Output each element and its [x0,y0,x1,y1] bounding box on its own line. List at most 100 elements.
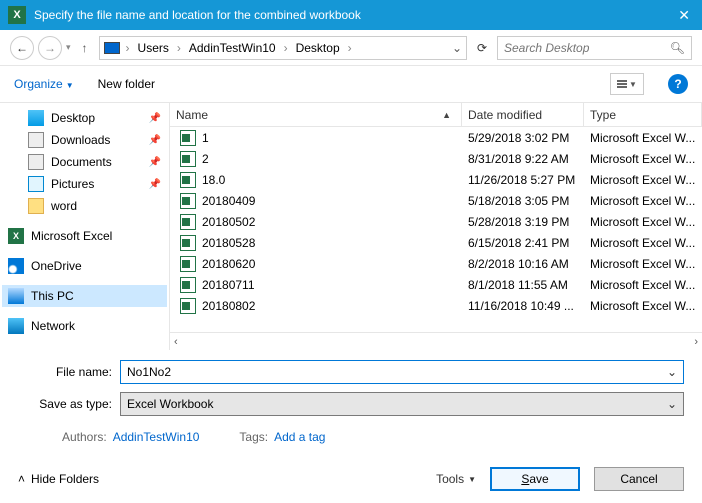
down-icon [28,132,44,148]
chevron-down-icon[interactable]: ⌄ [667,365,677,379]
excel-file-icon [180,256,196,272]
sidebar-item-documents[interactable]: Documents📌 [2,151,167,173]
save-button[interactable]: Save [490,467,580,491]
file-row[interactable]: 201807118/1/2018 11:55 AMMicrosoft Excel… [170,274,702,295]
pin-icon: 📌 [149,135,161,146]
sidebar-item-label: Desktop [51,111,142,125]
hide-folders-button[interactable]: ˄Hide Folders [18,472,99,486]
excel-icon: X [8,228,24,244]
search-input[interactable] [504,41,664,55]
form-area: File name: ⌄ Save as type: Excel Workboo… [0,350,702,450]
address-bar[interactable]: › Users › AddinTestWin10 › Desktop › ⌄ [99,36,467,60]
view-options-button[interactable]: ▼ [610,73,644,95]
tags-value[interactable]: Add a tag [274,430,325,444]
forward-button[interactable]: → [38,36,62,60]
new-folder-button[interactable]: New folder [98,77,155,91]
saveas-value: Excel Workbook [127,397,667,411]
file-type: Microsoft Excel W... [584,257,702,271]
chevron-right-icon: › [173,41,185,55]
file-row[interactable]: 18.011/26/2018 5:27 PMMicrosoft Excel W.… [170,169,702,190]
pic-icon [28,176,44,192]
column-headers: Name ▲ Date modified Type [170,103,702,127]
sidebar-item-onedrive[interactable]: OneDrive [2,255,167,277]
sidebar-item-microsoft-excel[interactable]: XMicrosoft Excel [2,225,167,247]
sidebar-item-downloads[interactable]: Downloads 📌 [2,129,167,151]
excel-file-icon [180,298,196,314]
excel-file-icon [180,277,196,293]
file-type: Microsoft Excel W... [584,131,702,145]
sidebar-item-label: word [51,199,161,213]
sidebar-item-this-pc[interactable]: This PC [2,285,167,307]
sidebar-item-label: Downloads [51,133,142,147]
pin-icon: 📌 [149,179,161,190]
close-icon[interactable]: ✕ [674,7,694,24]
file-name: 20180409 [202,194,255,208]
sidebar-item-label: This PC [31,289,161,303]
file-row[interactable]: 20180802 11/16/2018 10:49 ...Microsoft Ex… [170,295,702,316]
authors-value[interactable]: AddinTestWin10 [113,430,200,444]
column-type[interactable]: Type [584,103,702,126]
breadcrumb[interactable]: AddinTestWin10 [187,41,278,55]
file-name: 18.0 [202,173,225,187]
help-button[interactable]: ? [668,74,688,94]
excel-file-icon [180,235,196,251]
file-date: 6/15/2018 2:41 PM [462,236,584,250]
horizontal-scrollbar[interactable]: ‹› [170,332,702,350]
tools-menu[interactable]: Tools▼ [436,472,476,486]
file-row[interactable]: 201806208/2/2018 10:16 AMMicrosoft Excel… [170,253,702,274]
up-button[interactable]: ↑ [75,38,95,58]
pc-icon [104,42,120,54]
excel-file-icon [180,193,196,209]
back-button[interactable]: ← [10,36,34,60]
saveas-field[interactable]: Excel Workbook ⌄ [120,392,684,416]
sidebar-item-label: Pictures [51,177,142,191]
file-name: 1 [202,131,209,145]
net-icon [8,318,24,334]
sidebar-item-network[interactable]: Network [2,315,167,337]
recent-dropdown[interactable]: ▾ [66,42,71,53]
title-bar: X Specify the file name and location for… [0,0,702,30]
chevron-down-icon[interactable]: ⌄ [667,397,677,411]
sidebar: Desktop📌Downloads📌Documents📌Pictures📌wor… [0,103,170,350]
file-list: Name ▲ Date modified Type 15/29/2018 3:0… [170,103,702,350]
file-name: 20180802 [202,299,255,313]
tags-label: Tags: [239,430,268,444]
search-icon[interactable]: 🔍︎ [670,41,685,55]
file-row[interactable]: 15/29/2018 3:02 PMMicrosoft Excel W... [170,127,702,148]
file-row[interactable]: 201804095/18/2018 3:05 PMMicrosoft Excel… [170,190,702,211]
sidebar-item-word[interactable]: word [2,195,167,217]
file-row[interactable]: 201805025/28/2018 3:19 PMMicrosoft Excel… [170,211,702,232]
refresh-button[interactable]: ⟳ [471,37,493,59]
list-icon [617,80,627,88]
cancel-button[interactable]: Cancel [594,467,684,491]
organize-menu[interactable]: Organize▼ [14,77,74,91]
sidebar-item-label: OneDrive [31,259,161,273]
file-date: 11/16/2018 10:49 ... [462,299,584,313]
file-type: Microsoft Excel W... [584,299,702,313]
window-title: Specify the file name and location for t… [34,8,674,22]
file-name: 2 [202,152,209,166]
file-name: 20180528 [202,236,255,250]
search-box[interactable]: 🔍︎ [497,36,692,60]
filename-label: File name: [18,365,120,379]
file-row[interactable]: 201805286/15/2018 2:41 PMMicrosoft Excel… [170,232,702,253]
file-type: Microsoft Excel W... [584,152,702,166]
sidebar-item-pictures[interactable]: Pictures 📌 [2,173,167,195]
file-date: 11/26/2018 5:27 PM [462,173,584,187]
column-name[interactable]: Name ▲ [170,103,462,126]
filename-input[interactable] [127,365,667,379]
chevron-right-icon: › [122,41,134,55]
filename-field[interactable]: ⌄ [120,360,684,384]
breadcrumb[interactable]: Users [136,41,171,55]
column-date[interactable]: Date modified [462,103,584,126]
doc-icon [28,154,44,170]
pin-icon: 📌 [149,157,161,168]
sidebar-item-desktop[interactable]: Desktop📌 [2,107,167,129]
address-dropdown[interactable]: ⌄ [448,41,462,55]
file-date: 5/28/2018 3:19 PM [462,215,584,229]
breadcrumb[interactable]: Desktop [294,41,342,55]
file-name: 20180711 [202,278,255,292]
chevron-up-icon: ˄ [18,472,25,486]
file-row[interactable]: 28/31/2018 9:22 AMMicrosoft Excel W... [170,148,702,169]
authors-label: Authors: [62,430,107,444]
